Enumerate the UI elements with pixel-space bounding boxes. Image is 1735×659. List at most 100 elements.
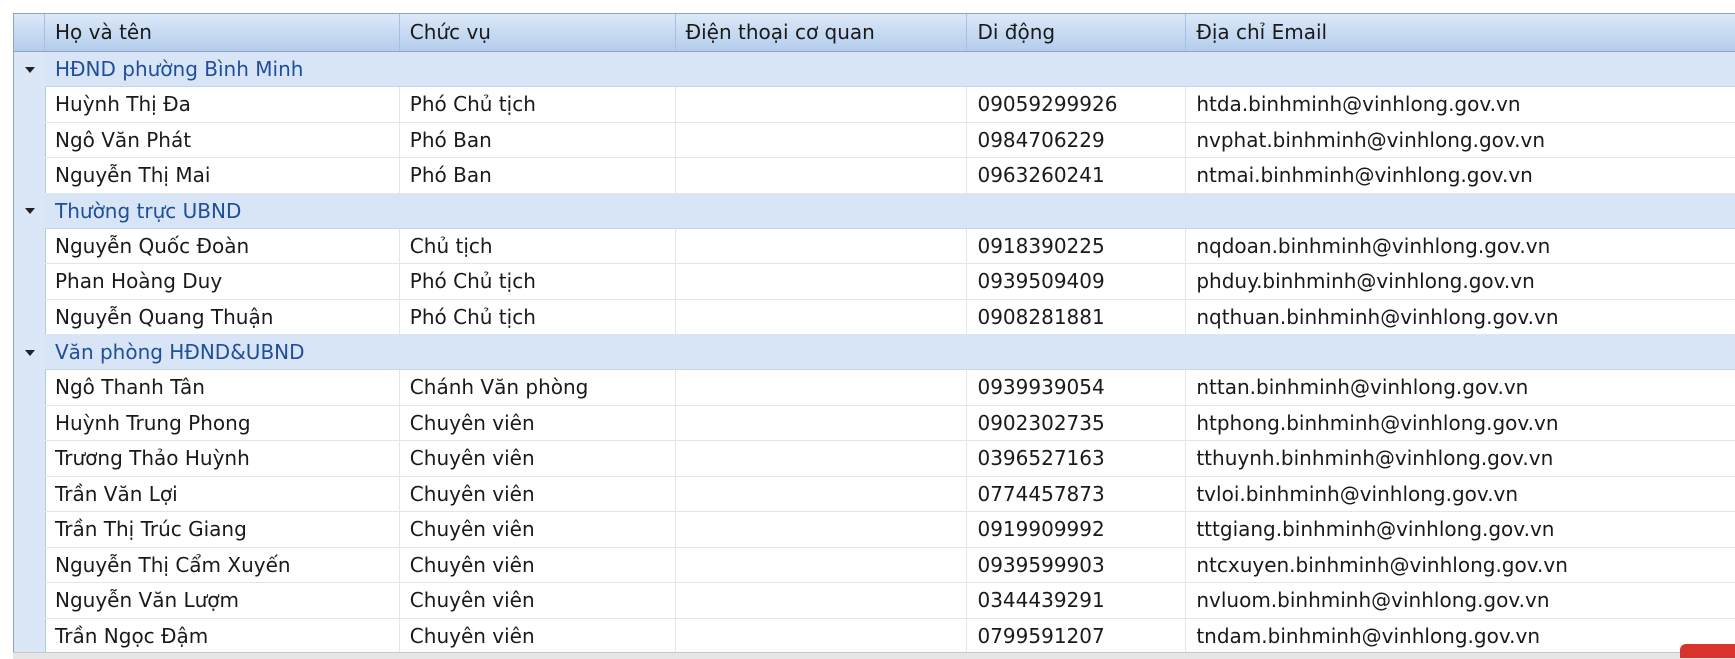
collapse-arrow-icon[interactable] [14, 194, 45, 229]
cell-position[interactable]: Chuyên viên [400, 618, 676, 652]
cell-mobile[interactable]: 0939599903 [967, 547, 1187, 582]
group-title: Thường trực UBND [55, 198, 242, 223]
cell-email[interactable]: htda.binhminh@vinhlong.gov.vn [1186, 87, 1735, 122]
table-row[interactable]: Nguyễn Thị Cẩm Xuyến Chuyên viên 093959990… [45, 547, 1735, 583]
cell-name[interactable]: Nguyễn Quang Thuận [45, 299, 400, 334]
cell-name[interactable]: Ngô Văn Phát [45, 122, 400, 157]
cell-position[interactable]: Chánh Văn phòng [400, 370, 676, 405]
table-row[interactable]: Nguyễn Văn Lượm Chuyên viên 0344439291 nvlu… [45, 583, 1735, 619]
table-row[interactable]: Phan Hoàng Duy Phó Chủ tịch 0939509409 phdu… [45, 264, 1735, 300]
cell-email[interactable]: nqdoan.binhminh@vinhlong.gov.vn [1186, 229, 1735, 264]
table-row[interactable]: Nguyễn Quang Thuận Phó Chủ tịch 0908281881… [45, 299, 1735, 335]
collapse-arrow-icon[interactable] [14, 52, 45, 87]
cell-office-phone[interactable] [676, 547, 968, 582]
cell-position[interactable]: Chuyên viên [400, 405, 676, 440]
grid-body: HĐND phường Bình Minh Huỳnh Thị Đa Phó Chủ… [14, 52, 1735, 652]
group-row[interactable]: Văn phòng HĐND&UBND [24, 335, 1735, 370]
cell-mobile[interactable]: 09059299926 [967, 87, 1187, 122]
cell-email[interactable]: nvphat.binhminh@vinhlong.gov.vn [1186, 123, 1735, 158]
cell-office-phone[interactable] [676, 405, 968, 440]
cell-office-phone[interactable] [676, 87, 968, 122]
cell-email[interactable]: tvloi.binhminh@vinhlong.gov.vn [1186, 477, 1735, 512]
table-row[interactable]: Trần Ngọc Đậm Chuyên viên 0799591207 tndam.… [45, 618, 1735, 653]
cell-mobile[interactable]: 0939939054 [967, 370, 1187, 405]
cell-email[interactable]: ntcxuyen.binhminh@vinhlong.gov.vn [1186, 548, 1735, 583]
cell-position[interactable]: Phó Chủ tịch [400, 299, 676, 334]
group-title: HĐND phường Bình Minh [55, 57, 304, 81]
collapse-arrow-icon[interactable] [14, 335, 45, 370]
cell-mobile[interactable]: 0919909992 [967, 512, 1187, 547]
cell-email[interactable]: nvluom.binhminh@vinhlong.gov.vn [1186, 583, 1735, 618]
cell-name[interactable]: Nguyễn Thị Mai [45, 158, 400, 193]
cell-mobile[interactable]: 0344439291 [967, 583, 1187, 618]
column-header-office-phone[interactable]: Điện thoại cơ quan [676, 14, 968, 51]
table-row[interactable]: Nguyễn Thị Mai Phó Ban 0963260241 ntmai.bin… [45, 158, 1735, 194]
cell-office-phone[interactable] [676, 618, 968, 652]
group-row[interactable]: Thường trực UBND [24, 193, 1735, 229]
cell-office-phone[interactable] [676, 476, 968, 511]
cell-position[interactable]: Phó Chủ tịch [400, 264, 676, 299]
cell-name[interactable]: Trần Thị Trúc Giang [45, 512, 400, 547]
cell-office-phone[interactable] [676, 512, 968, 547]
cell-name[interactable]: Nguyễn Văn Lượm [45, 583, 400, 618]
cell-position[interactable]: Chuyên viên [400, 476, 676, 511]
table-row[interactable]: Huỳnh Trung Phong Chuyên viên 0902302735 ht… [45, 405, 1735, 441]
cell-mobile[interactable]: 0799591207 [967, 618, 1187, 652]
cell-office-phone[interactable] [676, 583, 968, 618]
cell-office-phone[interactable] [676, 264, 968, 299]
cell-office-phone[interactable] [676, 370, 968, 405]
cell-name[interactable]: Trương Thảo Huỳnh [45, 441, 400, 476]
column-header-position[interactable]: Chức vụ [400, 14, 676, 51]
cell-position[interactable]: Chuyên viên [400, 441, 676, 476]
cell-position[interactable]: Chuyên viên [400, 547, 676, 582]
cell-email[interactable]: tndam.binhminh@vinhlong.gov.vn [1186, 619, 1735, 653]
cell-email[interactable]: phduy.binhminh@vinhlong.gov.vn [1186, 264, 1735, 299]
table-row[interactable]: Nguyễn Quốc Đoàn Chủ tịch 0918390225 nqdoan… [45, 228, 1735, 264]
cell-mobile[interactable]: 0963260241 [967, 158, 1187, 193]
cell-email[interactable]: tthuynh.binhminh@vinhlong.gov.vn [1186, 441, 1735, 476]
cell-mobile[interactable]: 0902302735 [967, 405, 1187, 440]
header-indent-cell [14, 14, 45, 51]
table-row[interactable]: Trương Thảo Huỳnh Chuyên viên 0396527163 tt… [45, 441, 1735, 477]
table-row[interactable]: Huỳnh Thị Đa Phó Chủ tịch 09059299926 htda.… [45, 87, 1735, 123]
column-header-mobile[interactable]: Di động [967, 14, 1187, 51]
cell-office-phone[interactable] [676, 228, 968, 263]
cell-name[interactable]: Nguyễn Thị Cẩm Xuyến [45, 547, 400, 582]
table-row[interactable]: Ngô Thanh Tân Chánh Văn phòng 0939939054 nt… [45, 370, 1735, 406]
cell-mobile[interactable]: 0774457873 [967, 476, 1187, 511]
cell-email[interactable]: nqthuan.binhminh@vinhlong.gov.vn [1186, 300, 1735, 335]
cell-email[interactable]: ntmai.binhminh@vinhlong.gov.vn [1186, 158, 1735, 193]
cell-email[interactable]: htphong.binhminh@vinhlong.gov.vn [1186, 406, 1735, 441]
cell-name[interactable]: Phan Hoàng Duy [45, 264, 400, 299]
cell-email[interactable]: tttgiang.binhminh@vinhlong.gov.vn [1186, 512, 1735, 547]
column-header-name[interactable]: Họ và tên [45, 14, 400, 51]
cell-office-phone[interactable] [676, 122, 968, 157]
table-row[interactable]: Trần Văn Lợi Chuyên viên 0774457873 tvloi.b… [45, 476, 1735, 512]
cell-name[interactable]: Huỳnh Thị Đa [45, 87, 400, 122]
cell-position[interactable]: Phó Chủ tịch [400, 87, 676, 122]
cell-mobile[interactable]: 0939509409 [967, 264, 1187, 299]
cell-mobile[interactable]: 0908281881 [967, 299, 1187, 334]
cell-email[interactable]: nttan.binhminh@vinhlong.gov.vn [1186, 370, 1735, 405]
cell-name[interactable]: Nguyễn Quốc Đoàn [45, 228, 400, 263]
corner-marker [1680, 644, 1735, 658]
table-row[interactable]: Ngô Văn Phát Phó Ban 0984706229 nvphat.binh… [45, 122, 1735, 158]
cell-name[interactable]: Ngô Thanh Tân [45, 370, 400, 405]
cell-name[interactable]: Trần Ngọc Đậm [45, 618, 400, 652]
cell-position[interactable]: Chủ tịch [400, 228, 676, 263]
cell-position[interactable]: Phó Ban [400, 122, 676, 157]
column-header-email[interactable]: Địa chỉ Email [1186, 14, 1735, 51]
cell-position[interactable]: Phó Ban [400, 158, 676, 193]
cell-mobile[interactable]: 0918390225 [967, 228, 1187, 263]
cell-name[interactable]: Trần Văn Lợi [45, 476, 400, 511]
cell-office-phone[interactable] [676, 299, 968, 334]
table-row[interactable]: Trần Thị Trúc Giang Chuyên viên 0919909992… [45, 512, 1735, 548]
cell-mobile[interactable]: 0396527163 [967, 441, 1187, 476]
cell-name[interactable]: Huỳnh Trung Phong [45, 405, 400, 440]
cell-position[interactable]: Chuyên viên [400, 512, 676, 547]
cell-office-phone[interactable] [676, 441, 968, 476]
cell-position[interactable]: Chuyên viên [400, 583, 676, 618]
cell-office-phone[interactable] [676, 158, 968, 193]
group-row[interactable]: HĐND phường Bình Minh [24, 52, 1735, 87]
cell-mobile[interactable]: 0984706229 [967, 122, 1187, 157]
